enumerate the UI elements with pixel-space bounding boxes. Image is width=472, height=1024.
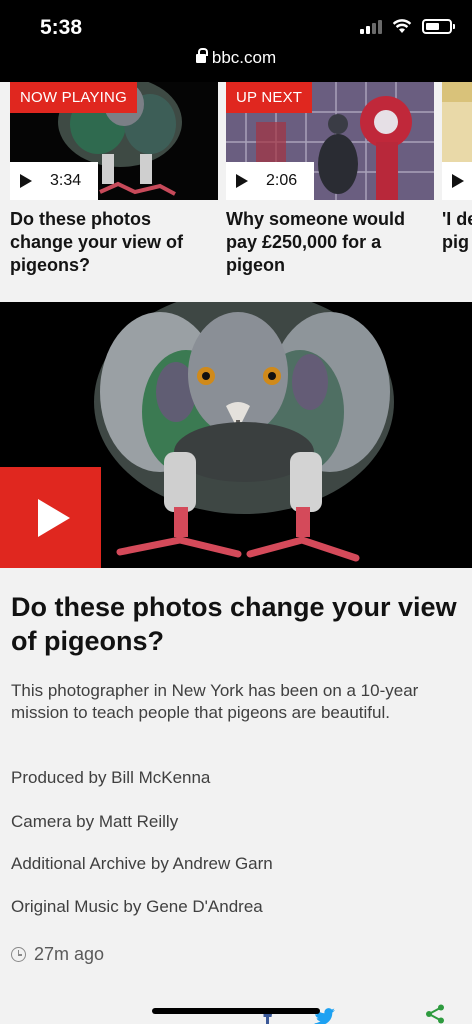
browser-top-bar: 5:38 bbc.com [0,0,472,82]
timestamp: 27m ago [11,944,104,965]
video-thumbnail[interactable]: NOW PLAYING 3:34 [10,82,218,200]
card-title[interactable]: Why someone would pay £250,000 for a pig… [226,208,434,277]
status-icons [360,19,455,34]
url-bar[interactable]: bbc.com [0,48,472,68]
carousel-card-now-playing[interactable]: NOW PLAYING 3:34 Do these photos change … [10,82,218,277]
up-next-badge: UP NEXT [226,82,313,113]
lock-icon [195,48,208,63]
clock-icon [11,947,26,962]
share-icon[interactable] [424,1004,446,1024]
play-icon [37,498,70,537]
duration-label: 2:06 [226,162,314,200]
duration-label: 3:34 [10,162,98,200]
duration-label [442,162,472,200]
hero-video[interactable] [0,302,472,568]
credit-archive: Additional Archive by Andrew Garn [11,854,273,873]
video-thumbnail[interactable]: UP NEXT 2:06 [226,82,434,200]
article-headline: Do these photos change your view of pige… [11,592,457,656]
credit-camera: Camera by Matt Reilly [11,812,179,831]
card-title[interactable]: Do these photos change your view of pige… [10,208,218,277]
video-carousel[interactable]: NOW PLAYING 3:34 Do these photos change … [0,82,472,300]
cellular-signal-icon [360,19,382,34]
duration-text: 3:34 [50,172,82,189]
duration-text: 2:06 [266,172,298,189]
status-time: 5:38 [40,16,83,39]
carousel-card-partial[interactable]: 'I de pig [442,82,472,254]
article-summary: This photographer in New York has been o… [11,681,419,722]
home-indicator[interactable] [152,1008,320,1014]
card-title[interactable]: 'I de pig [442,208,472,254]
carousel-card-up-next[interactable]: UP NEXT 2:06 Why someone would pay £250,… [226,82,434,277]
credit-music: Original Music by Gene D'Andrea [11,897,263,916]
play-icon [452,174,464,188]
play-icon [20,174,32,188]
credit-producer: Produced by Bill McKenna [11,768,211,787]
play-icon [236,174,248,188]
timestamp-text: 27m ago [34,944,105,964]
battery-icon [422,19,455,34]
url-text: bbc.com [211,48,277,67]
video-thumbnail[interactable] [442,82,472,200]
play-button[interactable] [0,467,101,568]
wifi-icon [392,19,412,33]
now-playing-badge: NOW PLAYING [10,82,137,113]
